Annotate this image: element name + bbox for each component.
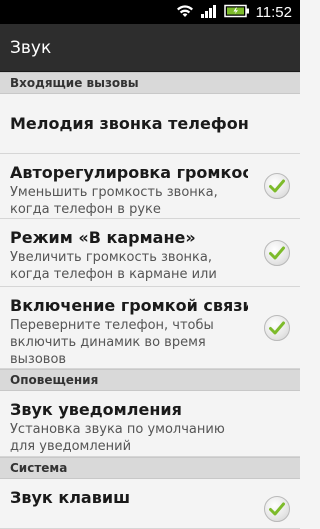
list-item-flip-speaker[interactable]: Включение громкой связи переворотом Пере…	[0, 287, 300, 369]
section-label: Система	[10, 461, 68, 475]
checkmark-icon[interactable]	[264, 239, 290, 266]
section-header-system: Система	[0, 457, 300, 479]
page-title: Звук	[10, 37, 52, 58]
item-title: Режим «В кармане»	[10, 228, 196, 247]
list-item-notification-sound[interactable]: Звук уведомления Установка звука по умол…	[0, 391, 300, 457]
list-item-auto-volume[interactable]: Авторегулировка громкости звонка Уменьши…	[0, 154, 300, 219]
item-title: Авторегулировка громкости звонка	[10, 163, 248, 182]
item-summary: Установка звука по умолчанию для уведомл…	[10, 422, 225, 454]
checkmark-icon[interactable]	[264, 173, 290, 199]
settings-list: Входящие вызовы Мелодия звонка телефона …	[0, 72, 300, 529]
section-label: Входящие вызовы	[10, 76, 139, 90]
status-bar: 11:52	[0, 0, 300, 24]
list-item-pocket-mode[interactable]: Режим «В кармане» Увеличить громкость зв…	[0, 219, 300, 299]
item-title: Включение громкой связи переворотом	[10, 296, 248, 315]
item-summary: Уменьшить громкость звонка, когда телефо…	[10, 185, 218, 217]
section-label: Оповещения	[10, 373, 99, 387]
wifi-icon	[176, 3, 194, 22]
item-title: Звук уведомления	[10, 400, 182, 419]
section-header-incoming-calls: Входящие вызовы	[0, 72, 300, 94]
status-time: 11:52	[255, 3, 292, 21]
item-title: Мелодия звонка телефона	[10, 113, 248, 133]
item-title: Звук клавиш	[10, 488, 131, 507]
signal-icon	[200, 3, 218, 22]
list-item-key-sound[interactable]: Звук клавиш	[0, 479, 300, 529]
battery-icon	[223, 3, 250, 22]
app-title-bar: Звук	[0, 24, 300, 72]
checkmark-icon[interactable]	[264, 314, 290, 341]
list-item-ringtone[interactable]: Мелодия звонка телефона	[0, 94, 300, 154]
item-summary: Переверните телефон, чтобы включить дина…	[10, 318, 214, 367]
section-header-notifications: Оповещения	[0, 369, 300, 391]
